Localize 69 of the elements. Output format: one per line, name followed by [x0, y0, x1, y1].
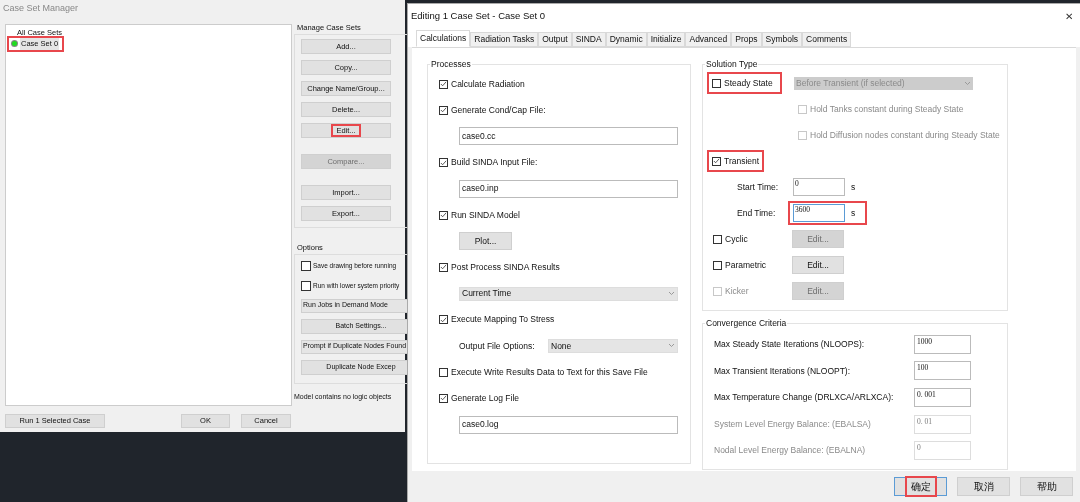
field-label: Output File Options: [459, 339, 536, 353]
solution-checkbox[interactable]: Transient [709, 152, 763, 170]
tab[interactable]: Dynamic [605, 32, 647, 47]
tab[interactable]: SINDA [571, 32, 606, 47]
checkbox[interactable] [301, 260, 311, 271]
window-title: Editing 1 Case Set - Case Set 0 [411, 9, 546, 24]
file-name-field[interactable]: case0.inp [459, 179, 678, 198]
checkmark-icon [713, 157, 720, 165]
checkbox[interactable] [439, 79, 448, 89]
file-name-field[interactable]: case0.cc [459, 127, 678, 146]
checkmark-icon [440, 394, 447, 403]
close-button[interactable]: ✕ [1061, 8, 1077, 25]
process-checkbox[interactable]: Generate Cond/Cap File: [439, 103, 546, 117]
checkbox[interactable] [713, 234, 722, 244]
checkbox[interactable] [439, 393, 448, 403]
field-label: Max Transient Iterations (NLOOPT): [714, 364, 852, 378]
tab[interactable]: Props [731, 32, 762, 47]
group-title: Solution Type [705, 58, 759, 71]
unit-label: s [851, 206, 856, 220]
solution-checkbox[interactable]: Parametric [713, 258, 792, 272]
checkmark-icon [440, 106, 447, 115]
tab[interactable]: Symbols [761, 32, 803, 47]
checkbox[interactable] [439, 105, 448, 115]
process-checkbox[interactable]: Execute Write Results Data to Text for this Save File [439, 365, 648, 379]
tab[interactable]: Advanced [685, 32, 732, 47]
field-label: Max Steady State Iterations (NLOOPS): [714, 337, 866, 351]
checkmark-icon [440, 80, 447, 89]
checkbox[interactable] [712, 78, 721, 88]
checkmark-icon [440, 315, 447, 324]
checkbox[interactable] [301, 280, 311, 291]
checkbox[interactable] [439, 315, 448, 325]
group-title: Convergence Criteria [705, 317, 788, 330]
field-label: Max Temperature Change (DRLXCA/ARLXCA): [714, 391, 895, 404]
checkbox[interactable] [439, 262, 448, 272]
checkbox[interactable] [439, 210, 448, 220]
tab[interactable]: Output [538, 32, 572, 47]
checkbox[interactable] [439, 367, 448, 377]
dropdown[interactable]: None [548, 338, 678, 353]
tab[interactable]: Radiation Tasks [470, 32, 539, 47]
file-name-field[interactable]: case0.log [459, 415, 678, 434]
process-checkbox[interactable]: Build SINDA Input File: [439, 156, 538, 170]
tab[interactable]: Comments [802, 32, 852, 47]
dialog-button[interactable]: 帮助 [1020, 477, 1073, 496]
edit-button[interactable]: Edit... [792, 256, 844, 274]
checkbox[interactable] [439, 158, 448, 168]
window-title: Case Set Manager [3, 2, 79, 16]
solution-checkbox[interactable]: Steady State [709, 74, 780, 92]
checkbox[interactable] [712, 156, 721, 166]
process-checkbox[interactable]: Execute Mapping To Stress [439, 313, 555, 327]
field-label: End Time: [737, 206, 777, 220]
process-checkbox[interactable]: Generate Log File [439, 391, 520, 405]
process-checkbox[interactable]: Calculate Radiation [439, 77, 525, 91]
dialog-button[interactable]: 确定 [894, 477, 947, 496]
solution-checkbox[interactable]: Cyclic [713, 232, 792, 246]
checkmark-icon [440, 263, 447, 272]
plot-button[interactable]: Plot... [459, 232, 512, 251]
process-checkbox[interactable]: Post Process SINDA Results [439, 261, 560, 274]
checkmark-icon [440, 158, 447, 167]
field-label: Start Time: [737, 180, 780, 194]
dialog-button[interactable]: 取消 [957, 477, 1010, 496]
unit-label: s [851, 180, 856, 194]
tab[interactable]: Initialize [646, 32, 686, 47]
tab[interactable]: Calculations [416, 30, 471, 47]
field-label: Nodal Level Energy Balance: (EBALNA) [714, 444, 867, 458]
checkmark-icon [440, 211, 447, 220]
process-checkbox[interactable]: Run SINDA Model [439, 208, 520, 222]
checkbox[interactable] [713, 260, 722, 270]
dropdown[interactable]: Current Time [459, 286, 678, 301]
field-label: System Level Energy Balance: (EBALSA) [714, 417, 872, 431]
